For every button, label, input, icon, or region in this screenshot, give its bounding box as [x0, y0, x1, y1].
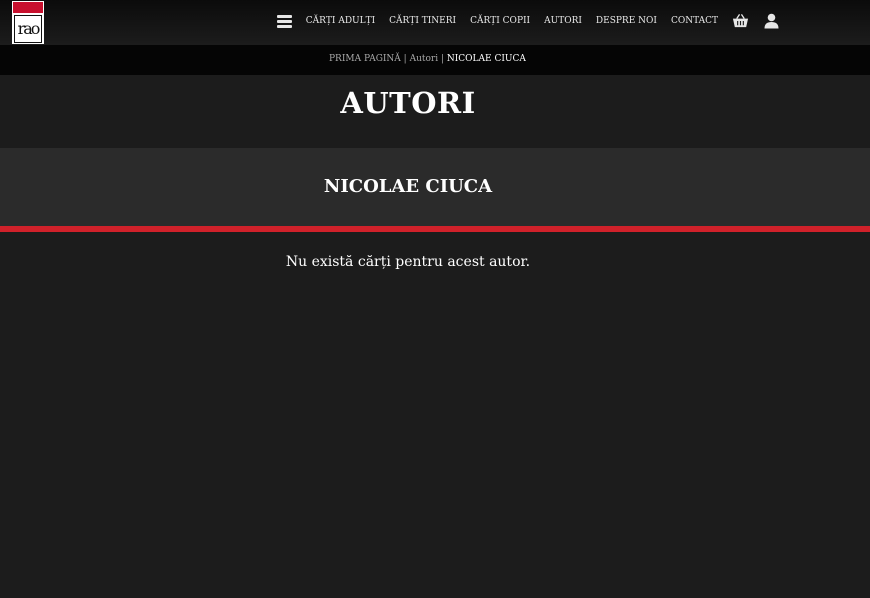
main-menu: CĂRȚI ADULȚI CĂRȚI TINERI CĂRȚI COPII AU…: [276, 0, 780, 42]
nav-item-carti-adulti[interactable]: CĂRȚI ADULȚI: [306, 16, 375, 26]
logo-mark: rao: [14, 15, 42, 43]
author-name: NICOLAE CIUCA: [323, 176, 493, 197]
nav-item-carti-tineri[interactable]: CĂRȚI TINERI: [389, 16, 456, 26]
breadcrumb-bar: PRIMA PAGINĂ | Autori | NICOLAE CIUCA: [0, 45, 870, 75]
nav-item-autori[interactable]: AUTORI: [544, 16, 582, 26]
nav-item-carti-copii[interactable]: CĂRȚI COPII: [470, 16, 530, 26]
basket-icon[interactable]: [732, 13, 749, 29]
breadcrumb-home-link[interactable]: PRIMA PAGINĂ: [329, 54, 401, 64]
breadcrumb-separator: |: [438, 54, 447, 64]
nav-item-contact[interactable]: CONTACT: [671, 16, 718, 26]
logo-red-block: [13, 2, 43, 13]
empty-books-message: Nu există cărți pentru acest autor.: [285, 254, 531, 270]
rao-logo[interactable]: rao: [12, 1, 44, 44]
breadcrumb-current: NICOLAE CIUCA: [446, 54, 526, 64]
user-icon[interactable]: [763, 13, 780, 29]
nav-item-despre-noi[interactable]: DESPRE NOI: [596, 16, 657, 26]
accent-divider: [0, 226, 870, 232]
breadcrumb: PRIMA PAGINĂ | Autori | NICOLAE CIUCA: [329, 54, 526, 64]
breadcrumb-separator: |: [400, 54, 410, 64]
menu-icon[interactable]: [276, 14, 292, 28]
top-navigation-bar: rao CĂRȚI ADULȚI CĂRȚI TINERI CĂRȚI COPI…: [0, 0, 870, 45]
page-title: AUTORI: [340, 86, 476, 120]
breadcrumb-autori-link[interactable]: Autori: [410, 54, 439, 64]
